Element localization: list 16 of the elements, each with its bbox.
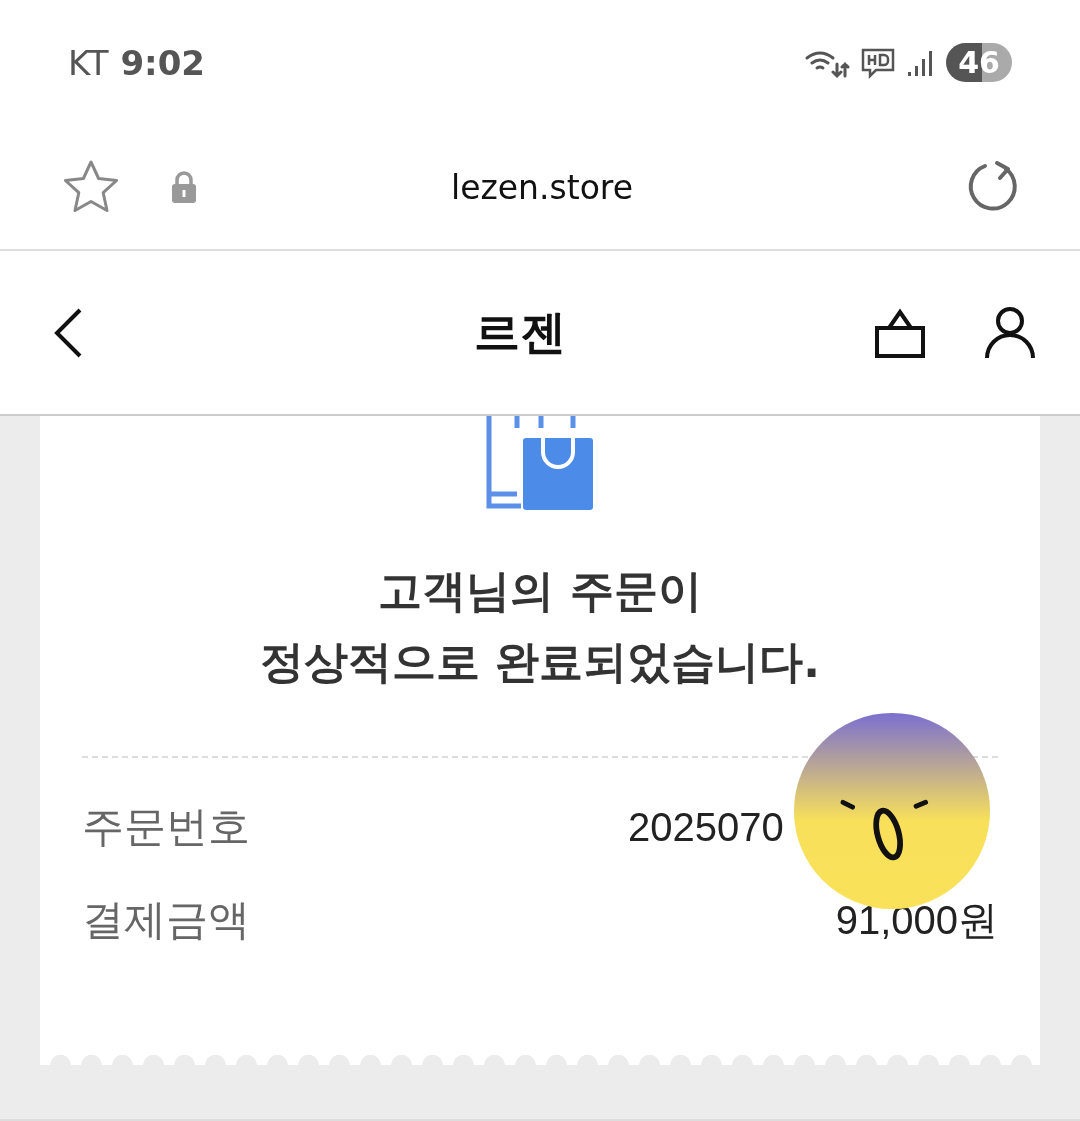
clock: 9:02: [120, 42, 205, 83]
page-title: 르젠: [473, 303, 567, 361]
lock-icon: [170, 170, 198, 204]
user-icon[interactable]: [984, 305, 1036, 360]
reload-icon[interactable]: [966, 160, 1020, 214]
battery-indicator: 46: [946, 43, 1012, 82]
star-icon[interactable]: [62, 159, 120, 215]
hd-voice-icon: [860, 46, 897, 79]
carrier-label: KT: [68, 42, 109, 83]
detail-value: 2025070: [628, 807, 785, 847]
shopping-bag-icon[interactable]: [874, 307, 926, 358]
detail-label: 결제금액: [82, 899, 250, 941]
detail-value: 91,000원: [835, 900, 998, 940]
confirmation-message: 정상적으로 완료되었습니다.: [259, 635, 820, 689]
detail-label: 주문번호: [82, 806, 250, 848]
confirmation-message: 고객님의 주문이: [378, 564, 702, 618]
